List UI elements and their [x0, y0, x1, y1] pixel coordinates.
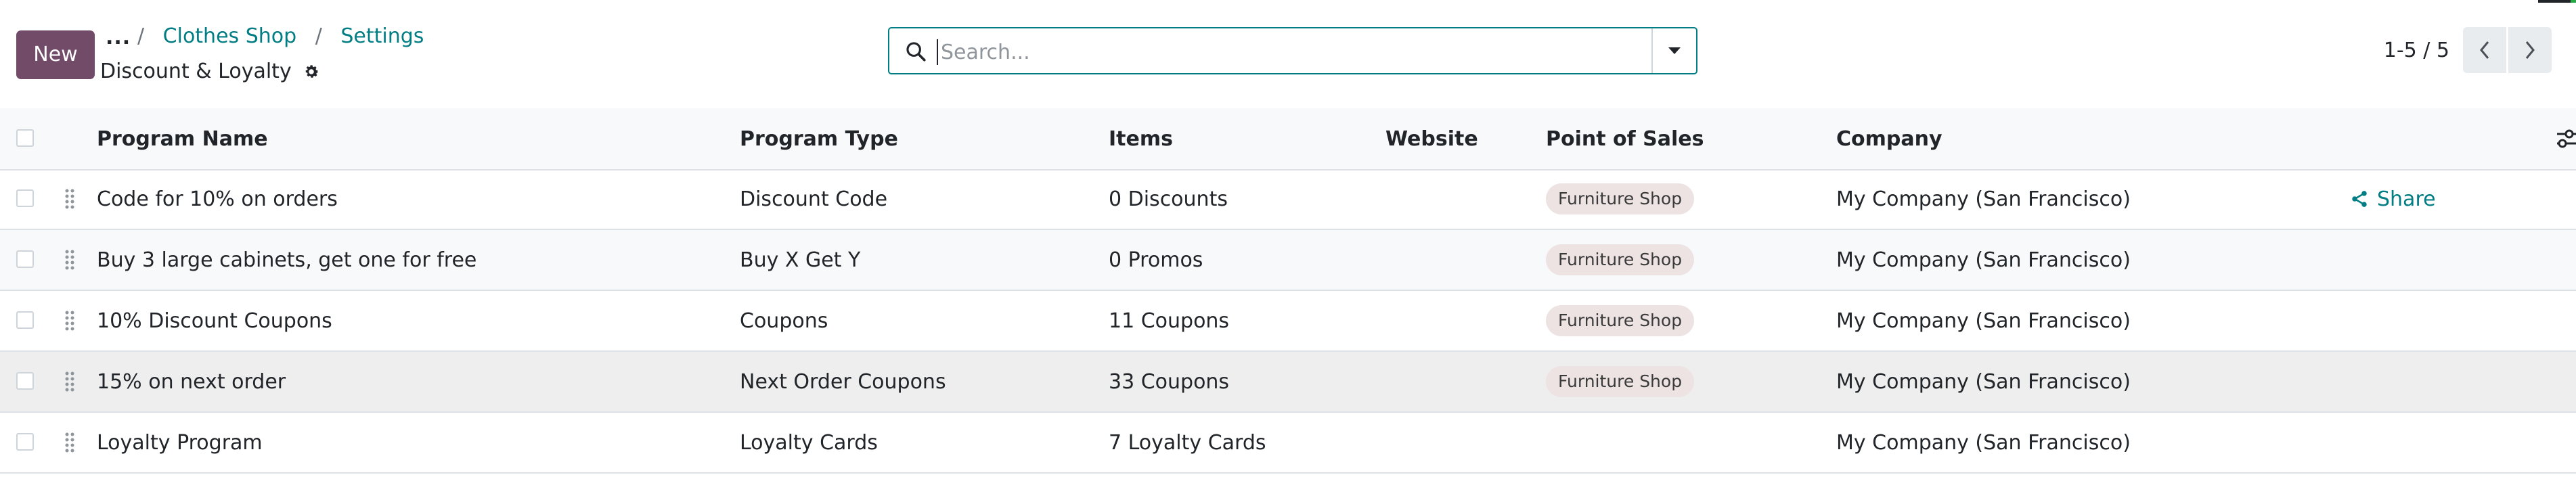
chevron-right-icon: [2525, 41, 2535, 59]
row-checkbox[interactable]: [16, 250, 34, 268]
breadcrumb-separator: /: [137, 24, 145, 48]
column-header-program-name[interactable]: Program Name: [97, 108, 268, 169]
page-title: Discount & Loyalty: [100, 60, 320, 83]
column-header-point-of-sales[interactable]: Point of Sales: [1546, 108, 1704, 169]
select-all-checkbox[interactable]: [16, 129, 34, 147]
pos-cell: Furniture Shop: [1546, 291, 1695, 350]
share-label: Share: [2377, 187, 2436, 211]
breadcrumb-settings[interactable]: Settings: [340, 24, 424, 48]
row-checkbox[interactable]: [16, 311, 34, 329]
row-checkbox[interactable]: [16, 189, 34, 207]
pos-cell: Furniture Shop: [1546, 230, 1695, 290]
program-name-cell: Loyalty Program: [97, 430, 263, 455]
control-panel: New ... / Clothes Shop / Settings Discou…: [0, 0, 2576, 110]
pos-tag: Furniture Shop: [1546, 183, 1695, 214]
pos-cell: Furniture Shop: [1546, 169, 1695, 229]
program-type-cell: Next Order Coupons: [740, 369, 946, 394]
drag-handle-icon[interactable]: [65, 188, 74, 212]
program-type-cell: Buy X Get Y: [740, 248, 861, 272]
pager-previous-button[interactable]: [2463, 27, 2506, 73]
status-indicator: [2538, 0, 2576, 3]
drag-handle-icon[interactable]: [65, 371, 74, 395]
pager-next-button[interactable]: [2508, 27, 2552, 73]
company-cell: My Company (San Francisco): [1836, 187, 2131, 211]
company-cell: My Company (San Francisco): [1836, 430, 2131, 455]
gear-icon[interactable]: [303, 63, 320, 81]
items-cell: 0 Discounts: [1109, 187, 1228, 211]
table-row[interactable]: Buy 3 large cabinets, get one for free B…: [0, 230, 2576, 291]
breadcrumb-clothes-shop[interactable]: Clothes Shop: [163, 24, 297, 48]
table-header: Program Name Program Type Items Website …: [0, 108, 2576, 171]
company-cell: My Company (San Francisco): [1836, 369, 2131, 394]
pager: 1-5 / 5: [2384, 27, 2552, 73]
table-row[interactable]: 15% on next order Next Order Coupons 33 …: [0, 352, 2576, 413]
items-cell: 11 Coupons: [1109, 309, 1230, 333]
pos-tag: Furniture Shop: [1546, 244, 1695, 275]
text-cursor: [937, 39, 938, 65]
column-header-company[interactable]: Company: [1836, 108, 1942, 169]
chevron-left-icon: [2480, 41, 2489, 59]
breadcrumb-separator: /: [315, 24, 322, 48]
search-icon: [904, 40, 927, 66]
table-row[interactable]: Code for 10% on orders Discount Code 0 D…: [0, 169, 2576, 230]
new-button[interactable]: New: [16, 30, 95, 79]
items-cell: 7 Loyalty Cards: [1109, 430, 1266, 455]
share-button[interactable]: Share: [2350, 169, 2436, 229]
program-name-cell: Buy 3 large cabinets, get one for free: [97, 248, 477, 272]
pos-tag: Furniture Shop: [1546, 366, 1695, 397]
table-row[interactable]: Loyalty Program Loyalty Cards 7 Loyalty …: [0, 413, 2576, 474]
items-cell: 33 Coupons: [1109, 369, 1230, 394]
program-name-cell: Code for 10% on orders: [97, 187, 338, 211]
optional-columns-icon[interactable]: [2556, 127, 2576, 153]
pos-tag: Furniture Shop: [1546, 305, 1695, 336]
items-cell: 0 Promos: [1109, 248, 1203, 272]
program-type-cell: Loyalty Cards: [740, 430, 878, 455]
caret-down-icon[interactable]: [1651, 28, 1696, 73]
column-header-items[interactable]: Items: [1109, 108, 1173, 169]
drag-handle-icon[interactable]: [65, 432, 74, 456]
row-checkbox[interactable]: [16, 433, 34, 451]
program-type-cell: Coupons: [740, 309, 828, 333]
row-checkbox[interactable]: [16, 372, 34, 390]
program-type-cell: Discount Code: [740, 187, 888, 211]
column-header-program-type[interactable]: Program Type: [740, 108, 898, 169]
share-icon: [2352, 191, 2367, 207]
drag-handle-icon[interactable]: [65, 249, 74, 273]
breadcrumb: / Clothes Shop / Settings: [125, 24, 424, 48]
pos-cell: Furniture Shop: [1546, 352, 1695, 411]
company-cell: My Company (San Francisco): [1836, 248, 2131, 272]
search-input[interactable]: [939, 35, 1653, 69]
drag-handle-icon[interactable]: [65, 310, 74, 334]
pager-value[interactable]: 1-5 / 5: [2384, 39, 2449, 62]
table-row[interactable]: 10% Discount Coupons Coupons 11 Coupons …: [0, 291, 2576, 352]
search-bar: [888, 27, 1697, 74]
column-header-website[interactable]: Website: [1385, 108, 1478, 169]
company-cell: My Company (San Francisco): [1836, 309, 2131, 333]
page-title-text: Discount & Loyalty: [100, 60, 292, 83]
program-name-cell: 10% Discount Coupons: [97, 309, 332, 333]
program-name-cell: 15% on next order: [97, 369, 286, 394]
